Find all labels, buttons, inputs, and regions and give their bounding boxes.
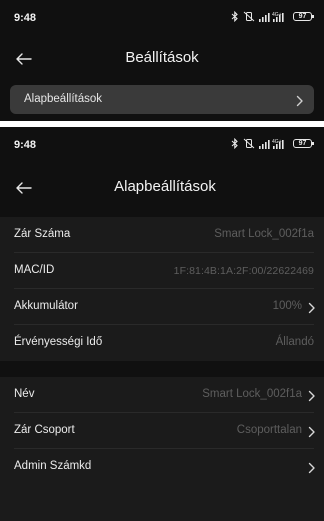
- vibrate-off-icon: [243, 11, 255, 22]
- battery-icon: 97: [293, 138, 314, 148]
- signal-icon: 4G+: [259, 138, 289, 149]
- nav-bar: Beállítások: [0, 42, 324, 76]
- row-value: 100%: [272, 300, 302, 312]
- status-time: 9:48: [14, 139, 37, 151]
- name-row[interactable]: Név Smart Lock_002f1a: [0, 377, 324, 413]
- row-label: Zár Száma: [14, 228, 71, 240]
- row-value: Állandó: [275, 336, 314, 348]
- chevron-right-icon: [308, 301, 316, 314]
- row-value: 1F:81:4B:1A:2F:00/22622469: [173, 265, 314, 277]
- status-icons: 4G+ 97: [231, 137, 314, 149]
- status-icons: 4G+ 97: [231, 10, 314, 22]
- nav-bar: Alapbeállítások: [0, 171, 324, 205]
- basic-settings-screen: 9:48 4G+ 97 Alapbeállítások Zár Száma Sm…: [0, 127, 324, 521]
- signal-icon: 4G+: [259, 11, 289, 22]
- row-value: Smart Lock_002f1a: [214, 228, 314, 240]
- chevron-right-icon: [308, 461, 316, 474]
- battery-icon: 97: [293, 11, 314, 21]
- chevron-right-icon: [308, 425, 316, 438]
- lock-info-group: Zár Száma Smart Lock_002f1a MAC/ID 1F:81…: [0, 217, 324, 361]
- row-label: Név: [14, 388, 35, 400]
- status-bar: 9:48 4G+ 97: [0, 0, 324, 24]
- row-value: Csoporttalan: [236, 424, 302, 436]
- lock-settings-group: Név Smart Lock_002f1a Zár Csoport Csopor…: [0, 377, 324, 521]
- battery-row[interactable]: Akkumulátor 100%: [0, 289, 324, 325]
- lock-group-row[interactable]: Zár Csoport Csoporttalan: [0, 413, 324, 449]
- mac-id-row: MAC/ID 1F:81:4B:1A:2F:00/22622469: [0, 253, 324, 289]
- status-time: 9:48: [14, 12, 37, 24]
- row-label: Admin Számkd: [14, 460, 92, 472]
- bluetooth-icon: [231, 10, 239, 22]
- row-label: MAC/ID: [14, 264, 55, 276]
- row-value: Smart Lock_002f1a: [202, 388, 302, 400]
- lock-number-row: Zár Száma Smart Lock_002f1a: [0, 217, 324, 253]
- row-label: Akkumulátor: [14, 300, 78, 312]
- page-title: Beállítások: [125, 49, 199, 66]
- vibrate-off-icon: [243, 138, 255, 149]
- status-bar: 9:48 4G+ 97: [0, 127, 324, 151]
- page-title: Alapbeállítások: [114, 178, 216, 195]
- chevron-right-icon: [296, 94, 304, 107]
- row-label: Alapbeállítások: [24, 93, 102, 105]
- validity-row: Érvényességi Idő Állandó: [0, 325, 324, 361]
- row-label: Érvényességi Idő: [14, 336, 103, 348]
- chevron-right-icon: [308, 389, 316, 402]
- bluetooth-icon: [231, 137, 239, 149]
- admin-code-row[interactable]: Admin Számkd: [0, 449, 324, 485]
- row-label: Zár Csoport: [14, 424, 75, 436]
- settings-screen: 9:48 4G+ 97 Beállítások Alapbeállítások: [0, 0, 324, 121]
- basic-settings-row[interactable]: Alapbeállítások: [10, 85, 314, 114]
